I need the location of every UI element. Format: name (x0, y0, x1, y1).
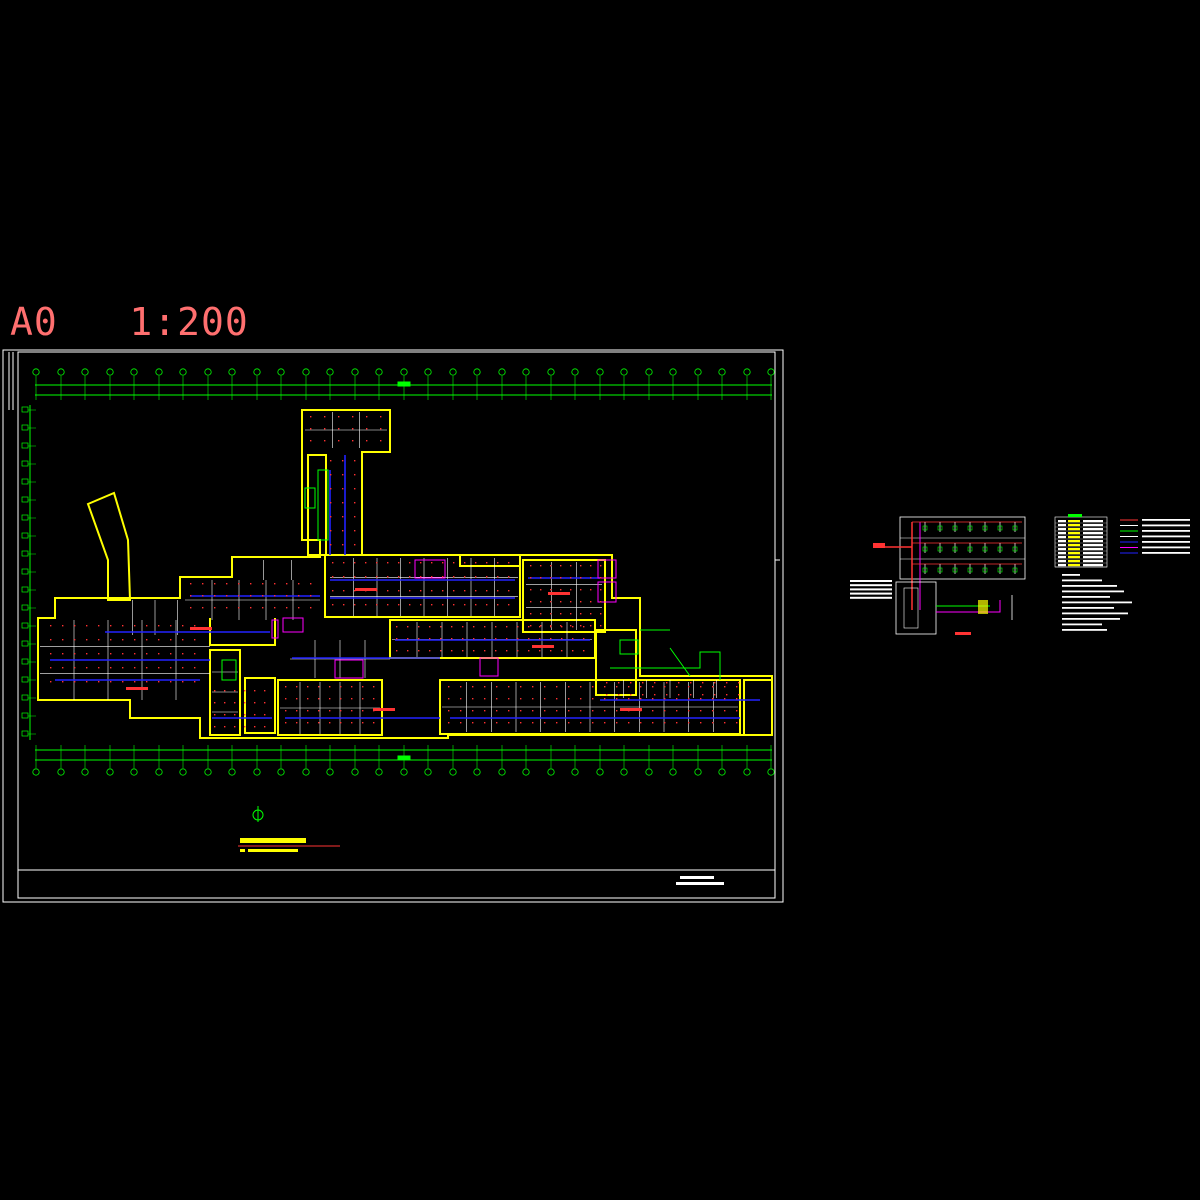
axis-bubble (645, 368, 653, 376)
axis-bubble (277, 768, 285, 776)
axis-bubble (204, 768, 212, 776)
axis-bubble (767, 768, 775, 776)
axis-bubble (694, 768, 702, 776)
axis-bubble (21, 460, 29, 467)
axis-bubble (326, 368, 334, 376)
axis-bubble (498, 368, 506, 376)
sprinkler-pipe-mains (50, 455, 760, 719)
legend-line-types (1120, 519, 1190, 554)
axis-bubble (351, 368, 359, 376)
axis-bubble (571, 768, 579, 776)
axis-bubble (130, 368, 138, 376)
axis-bubble (228, 368, 236, 376)
axis-bubble (620, 768, 628, 776)
axis-bubble (21, 478, 29, 485)
axis-bubble (21, 550, 29, 557)
axis-bubble (253, 768, 261, 776)
axis-bubble (204, 368, 212, 376)
axis-bubble (547, 368, 555, 376)
room-partitions (40, 412, 738, 734)
axis-bubble (179, 768, 187, 776)
axis-bubble (596, 368, 604, 376)
axis-bubble (57, 368, 65, 376)
axis-bubble (155, 368, 163, 376)
axis-bubble (253, 368, 261, 376)
axis-bubble (21, 712, 29, 719)
north-marker (252, 806, 264, 822)
axis-bubble (81, 368, 89, 376)
axis-bubble (596, 768, 604, 776)
axis-bubble (21, 424, 29, 431)
axis-bubble (228, 768, 236, 776)
axis-bubble (571, 368, 579, 376)
axis-bubble (694, 368, 702, 376)
axis-bubble (32, 768, 40, 776)
room-annotations (126, 588, 642, 711)
axis-bubble (57, 768, 65, 776)
axis-bubble (424, 768, 432, 776)
axis-bubble (547, 768, 555, 776)
axis-bubble (351, 768, 359, 776)
plan-title-block (238, 838, 340, 852)
axis-bubble (21, 406, 29, 413)
axis-bubble (718, 368, 726, 376)
axis-bubble (743, 768, 751, 776)
axis-bubble (669, 368, 677, 376)
axis-bubble (302, 368, 310, 376)
axis-bubble (155, 768, 163, 776)
axis-bubble (375, 768, 383, 776)
axis-bubble (21, 622, 29, 629)
axis-bubble (106, 768, 114, 776)
axis-bubble (81, 768, 89, 776)
axis-bubble (743, 368, 751, 376)
axis-bubble (400, 768, 408, 776)
axis-bubble (473, 768, 481, 776)
axis-bubble (21, 604, 29, 611)
axis-bubble (473, 368, 481, 376)
axis-bubble (21, 676, 29, 683)
axis-bubble (645, 768, 653, 776)
axis-bubble (522, 368, 530, 376)
axis-bubble (21, 586, 29, 593)
diagram-notes (850, 580, 892, 599)
axis-bubble (106, 368, 114, 376)
axis-bubble (21, 514, 29, 521)
axis-bubble (498, 768, 506, 776)
axis-bubble (449, 768, 457, 776)
legend-notes (1062, 574, 1132, 631)
cad-drawing-canvas[interactable] (0, 0, 1200, 1200)
axis-bubble (375, 368, 383, 376)
axis-bubble (179, 368, 187, 376)
axis-bubble (277, 368, 285, 376)
axis-bubble (21, 694, 29, 701)
axis-bubble (522, 768, 530, 776)
legend-table (1054, 514, 1108, 568)
axis-bubble (620, 368, 628, 376)
axis-bubble (32, 368, 40, 376)
building-walls (37, 409, 773, 739)
axis-bubble (302, 768, 310, 776)
axis-bubble (400, 368, 408, 376)
riser-branches (912, 521, 1022, 574)
sprinkler-system-diagram (873, 516, 1026, 635)
axis-grid-left (21, 406, 36, 737)
axis-bubble (449, 368, 457, 376)
axis-bubble (669, 768, 677, 776)
axis-bubble (718, 768, 726, 776)
axis-bubble (21, 640, 29, 647)
axis-bubble (21, 496, 29, 503)
axis-bubble (21, 730, 29, 737)
axis-bubble (21, 658, 29, 665)
axis-bubble (326, 768, 334, 776)
dimension-lines (29, 381, 772, 761)
axis-bubble (21, 442, 29, 449)
axis-bubble (424, 368, 432, 376)
axis-bubble (21, 532, 29, 539)
axis-bubble (130, 768, 138, 776)
title-block-caption (676, 876, 724, 885)
axis-bubble (767, 368, 775, 376)
axis-bubble (21, 568, 29, 575)
sheet-frame (2, 349, 784, 903)
